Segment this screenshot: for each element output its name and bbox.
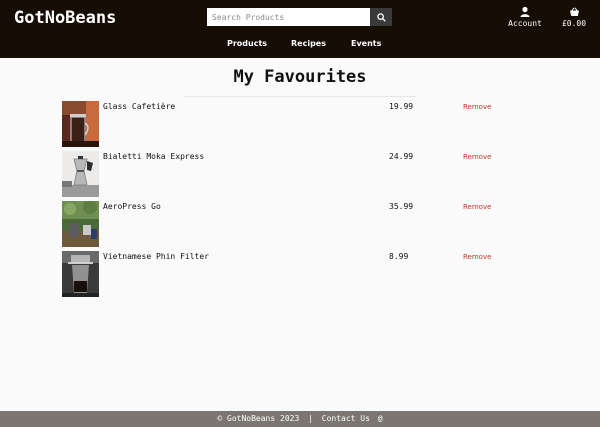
contact-link[interactable]: Contact Us: [322, 411, 370, 427]
remove-button[interactable]: Remove: [463, 203, 491, 211]
search-bar: [207, 8, 392, 26]
site-header: GotNoBeans Account £0.00 Products Recipe…: [0, 0, 600, 58]
product-image[interactable]: [62, 201, 99, 247]
search-button[interactable]: [370, 8, 392, 26]
search-input[interactable]: [207, 8, 370, 26]
nav-events[interactable]: Events: [351, 39, 381, 48]
page-title: My Favourites: [233, 67, 367, 87]
basket-icon: [569, 7, 579, 16]
product-image[interactable]: [62, 101, 99, 147]
footer-copyright: © GotNoBeans 2023: [217, 414, 300, 423]
favourite-item: AeroPress Go 35.99 Remove: [62, 201, 502, 247]
product-price: 24.99: [389, 152, 414, 161]
product-image[interactable]: [62, 251, 99, 297]
footer-separator: |: [308, 414, 313, 423]
nav-recipes[interactable]: Recipes: [291, 39, 326, 48]
product-price: 8.99: [389, 252, 409, 261]
product-price: 19.99: [389, 102, 414, 111]
search-icon: [376, 12, 386, 22]
product-image[interactable]: [62, 151, 99, 197]
product-price: 35.99: [389, 202, 414, 211]
product-name[interactable]: Vietnamese Phin Filter: [103, 252, 209, 261]
at-icon: @: [377, 414, 383, 423]
remove-button[interactable]: Remove: [463, 253, 491, 261]
title-divider: [183, 96, 417, 97]
remove-button[interactable]: Remove: [463, 103, 491, 111]
main-nav: Products Recipes Events: [0, 39, 600, 53]
favourite-item: Bialetti Moka Express 24.99 Remove: [62, 151, 502, 197]
nav-products[interactable]: Products: [227, 39, 267, 48]
account-label: Account: [508, 19, 542, 28]
user-icon: [520, 6, 530, 17]
remove-button[interactable]: Remove: [463, 153, 491, 161]
product-name[interactable]: Bialetti Moka Express: [103, 152, 204, 161]
account-link[interactable]: Account: [507, 6, 543, 28]
site-footer: © GotNoBeans 2023 | Contact Us @: [0, 411, 600, 427]
brand-logo[interactable]: GotNoBeans: [14, 8, 116, 28]
product-name[interactable]: AeroPress Go: [103, 202, 161, 211]
cart-link[interactable]: £0.00: [558, 6, 590, 28]
product-name[interactable]: Glass Cafetière: [103, 102, 175, 111]
cart-total: £0.00: [561, 19, 587, 28]
favourite-item: Vietnamese Phin Filter 8.99 Remove: [62, 251, 502, 297]
favourite-item: Glass Cafetière 19.99 Remove: [62, 101, 502, 147]
